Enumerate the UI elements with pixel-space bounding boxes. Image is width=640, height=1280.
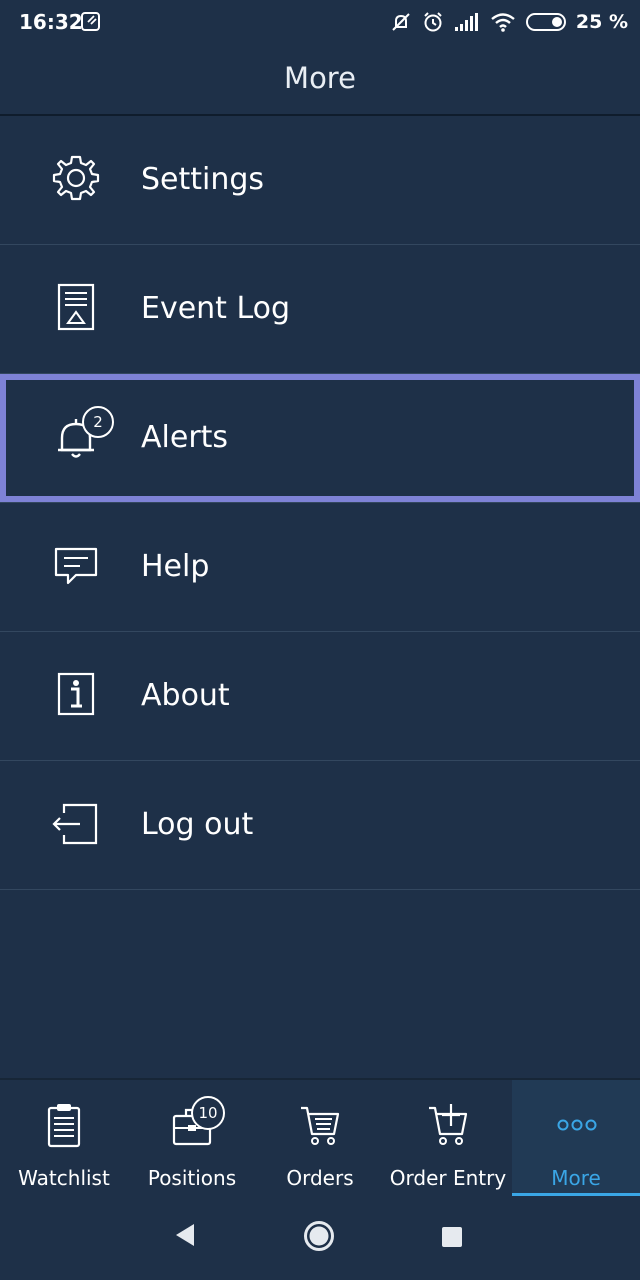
page-title: More bbox=[284, 61, 356, 95]
status-icons: 25 % bbox=[390, 8, 628, 36]
back-icon[interactable] bbox=[174, 1222, 196, 1248]
battery-percent: 25 % bbox=[575, 11, 628, 33]
menu-item-alerts[interactable]: 2 Alerts bbox=[0, 374, 640, 503]
menu-item-about[interactable]: About bbox=[0, 632, 640, 761]
menu-item-settings[interactable]: Settings bbox=[0, 116, 640, 245]
menu-item-label: Help bbox=[141, 549, 210, 584]
screenshot-icon bbox=[81, 12, 100, 31]
system-nav-bar bbox=[0, 1196, 640, 1280]
cart-plus-icon bbox=[429, 1104, 468, 1145]
logout-icon bbox=[52, 803, 98, 845]
tab-label: Order Entry bbox=[389, 1166, 507, 1190]
status-time: 16:32 bbox=[19, 10, 83, 34]
tab-order-entry[interactable]: Order Entry bbox=[384, 1080, 512, 1196]
tab-more[interactable]: More bbox=[512, 1080, 640, 1196]
alerts-count-badge: 2 bbox=[82, 406, 114, 438]
tab-watchlist[interactable]: Watchlist bbox=[0, 1080, 128, 1196]
info-icon bbox=[57, 672, 95, 716]
bottom-nav: Watchlist 10 Positions Orders Order Entr… bbox=[0, 1078, 640, 1198]
cart-list-icon bbox=[301, 1106, 340, 1145]
positions-count-badge: 10 bbox=[191, 1096, 225, 1130]
more-dots-icon bbox=[557, 1119, 597, 1131]
tab-label: Watchlist bbox=[18, 1166, 110, 1190]
tab-label: Orders bbox=[286, 1166, 354, 1190]
menu-item-help[interactable]: Help bbox=[0, 503, 640, 632]
tab-orders[interactable]: Orders bbox=[256, 1080, 384, 1196]
menu-item-label: Event Log bbox=[141, 291, 291, 326]
menu-item-event-log[interactable]: Event Log bbox=[0, 245, 640, 374]
menu-item-label: About bbox=[141, 678, 230, 713]
battery-icon bbox=[525, 13, 566, 31]
menu-item-label: Settings bbox=[141, 162, 265, 197]
menu-item-label: Log out bbox=[141, 807, 254, 842]
home-icon[interactable] bbox=[303, 1220, 335, 1252]
signal-icon bbox=[454, 13, 478, 31]
document-icon bbox=[57, 283, 95, 331]
wifi-icon bbox=[491, 13, 515, 32]
recents-icon[interactable] bbox=[441, 1226, 463, 1248]
tab-label: More bbox=[551, 1166, 601, 1190]
menu-item-logout[interactable]: Log out bbox=[0, 761, 640, 890]
dnd-mute-icon bbox=[392, 13, 410, 31]
alarm-icon bbox=[424, 12, 442, 32]
tab-positions[interactable]: 10 Positions bbox=[128, 1080, 256, 1196]
more-menu: Settings Event Log 2 Alerts Help About L… bbox=[0, 116, 640, 890]
menu-item-label: Alerts bbox=[141, 420, 229, 455]
gear-icon bbox=[52, 155, 100, 201]
chat-icon bbox=[54, 547, 98, 585]
app-header: More bbox=[0, 44, 640, 116]
tab-label: Positions bbox=[147, 1166, 237, 1190]
status-bar: 16:32 25 % bbox=[0, 0, 640, 44]
clipboard-icon bbox=[47, 1104, 81, 1148]
